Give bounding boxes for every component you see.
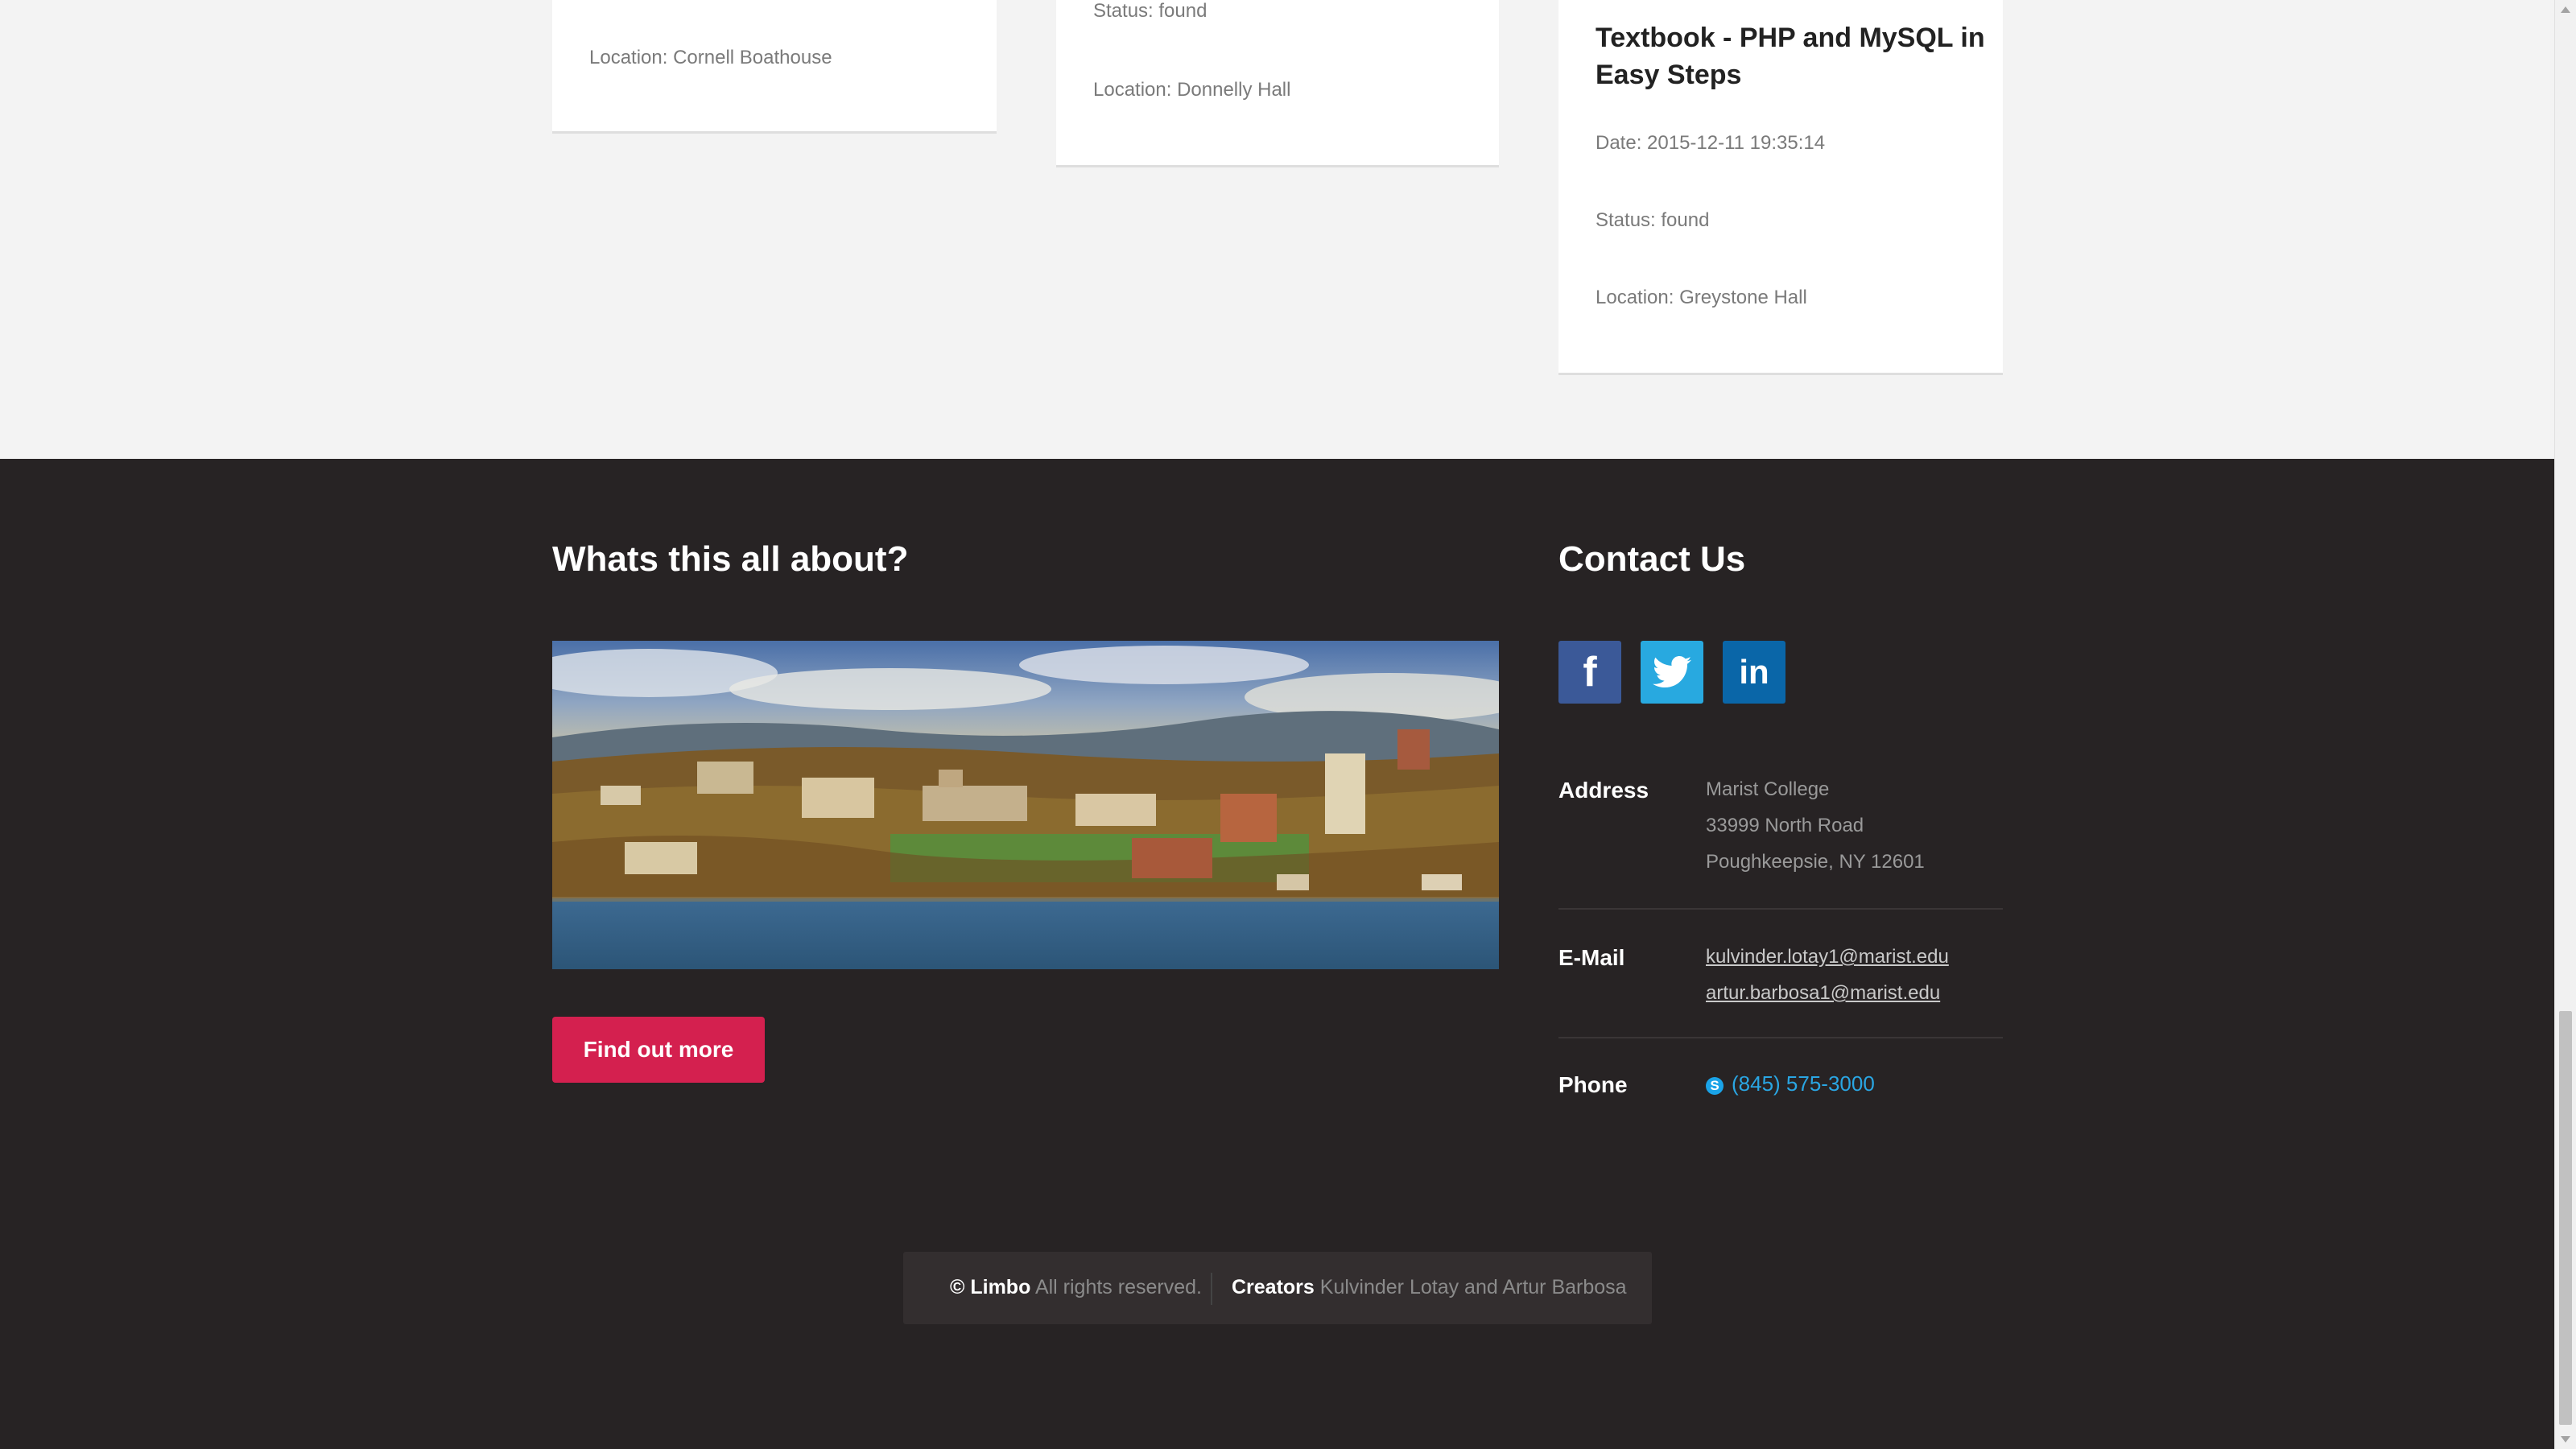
card-location: Location: Greystone Hall [1596, 287, 1807, 308]
card-status: Status: found [1596, 209, 1710, 231]
scroll-thumb[interactable] [2559, 1011, 2572, 1425]
card-location: Location: Donnelly Hall [1093, 79, 1291, 101]
email-link[interactable]: artur.barbosa1@marist.edu [1706, 975, 1949, 1011]
result-card[interactable]: Textbook - PHP and MySQL in Easy Steps D… [1558, 0, 2003, 375]
address-label: Address [1558, 778, 1649, 803]
find-out-more-button[interactable]: Find out more [552, 1017, 765, 1083]
separator [1211, 1273, 1212, 1305]
about-heading: Whats this all about? [552, 539, 909, 579]
scroll-up-arrow-icon[interactable] [2561, 6, 2570, 13]
email-label: E-Mail [1558, 945, 1625, 970]
divider [1558, 1037, 2003, 1038]
address-line: 33999 North Road [1706, 815, 1864, 836]
facebook-icon: f [1583, 649, 1597, 696]
email-value: kulvinder.lotay1@marist.edu artur.barbos… [1706, 939, 1949, 1011]
skype-icon: S [1706, 1076, 1724, 1095]
page: Location: Cornell Boathouse Status: foun… [0, 0, 2555, 1449]
address-line: Marist College [1706, 778, 1830, 800]
rights-text: All rights reserved. [1034, 1276, 1202, 1298]
email-link[interactable]: kulvinder.lotay1@marist.edu [1706, 939, 1949, 975]
scroll-down-arrow-icon[interactable] [2561, 1436, 2570, 1443]
brand-name: © Limbo [950, 1276, 1031, 1298]
result-card[interactable]: Status: found Location: Donnelly Hall [1056, 0, 1499, 167]
results-area: Location: Cornell Boathouse Status: foun… [0, 0, 2555, 459]
card-title[interactable]: Textbook - PHP and MySQL in Easy Steps [1596, 19, 1998, 93]
phone-link[interactable]: (845) 575-3000 [1732, 1071, 1875, 1096]
footer: Whats this all about? Find out more Cont… [0, 459, 2555, 1449]
phone-value: S (845) 575-3000 [1706, 1066, 1875, 1103]
address-row: Address Marist College 33999 North Road … [1558, 778, 2001, 890]
address-line: Poughkeepsie, NY 12601 [1706, 851, 1925, 873]
twitter-link[interactable] [1641, 641, 1703, 704]
campus-image [552, 641, 1499, 969]
linkedin-icon: in [1739, 653, 1769, 691]
card-location: Location: Cornell Boathouse [589, 47, 832, 68]
twitter-icon [1641, 641, 1703, 704]
card-status: Status: found [1093, 0, 1208, 22]
copyright-text: © Limbo All rights reserved. [950, 1276, 1202, 1299]
copyright-bar: © Limbo All rights reserved. Creators Ku… [903, 1252, 1652, 1324]
phone-label: Phone [1558, 1072, 1628, 1097]
contact-heading: Contact Us [1558, 539, 1746, 579]
vertical-scrollbar[interactable] [2554, 0, 2576, 1449]
divider [1558, 908, 2003, 910]
creators-names: Kulvinder Lotay and Artur Barbosa [1319, 1276, 1627, 1298]
result-card[interactable]: Location: Cornell Boathouse [552, 0, 997, 134]
phone-row: Phone S (845) 575-3000 [1558, 1071, 2001, 1113]
card-date: Date: 2015-12-11 19:35:14 [1596, 132, 1826, 154]
address-value: Marist College 33999 North Road Poughkee… [1706, 771, 1925, 880]
creators-text: Creators Kulvinder Lotay and Artur Barbo… [1232, 1276, 1627, 1299]
facebook-link[interactable]: f [1558, 641, 1621, 704]
email-row: E-Mail kulvinder.lotay1@marist.edu artur… [1558, 945, 2001, 1018]
creators-label: Creators [1232, 1276, 1315, 1298]
linkedin-link[interactable]: in [1723, 641, 1785, 704]
